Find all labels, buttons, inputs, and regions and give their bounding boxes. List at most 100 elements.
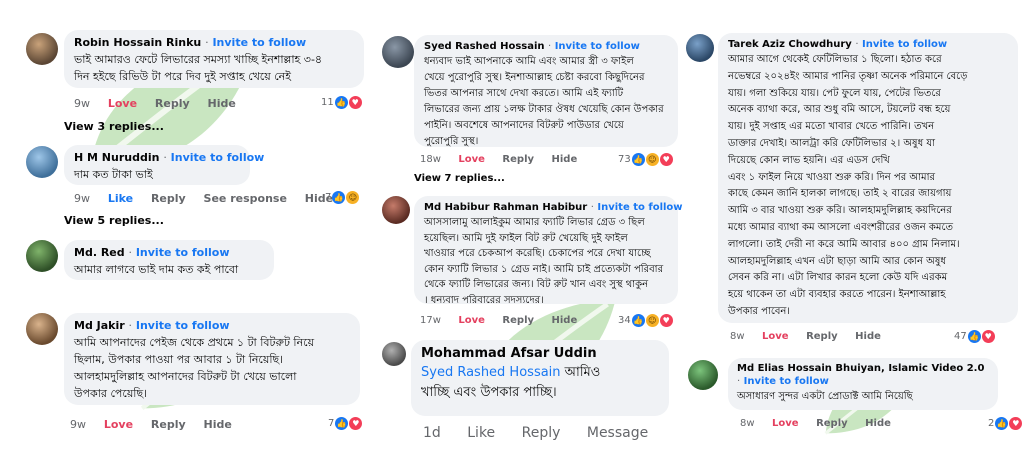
care-reaction-icon: ☺ — [346, 191, 360, 204]
love-reaction-icon: ♥ — [349, 417, 363, 430]
reaction-summary[interactable]: 7 👍 ☺ — [325, 191, 360, 204]
author-link[interactable]: Md Jakir — [74, 319, 125, 332]
avatar[interactable] — [26, 240, 58, 272]
hide-button[interactable]: Hide — [855, 331, 881, 342]
hide-button[interactable]: Hide — [865, 418, 891, 429]
reaction-summary[interactable]: 73 👍 ☺ ♥ — [618, 153, 673, 166]
author-link[interactable]: Robin Hossain Rinku — [74, 36, 201, 49]
invite-to-follow-link[interactable]: Invite to follow — [212, 36, 306, 49]
commenter-name: Md Elias Hossain Bhuiyan, Islamic Video … — [737, 363, 985, 387]
author-link[interactable]: Tarek Aziz Chowdhury — [728, 39, 852, 50]
time-link[interactable]: 17w — [420, 315, 441, 326]
reply-button[interactable]: Reply — [502, 315, 534, 326]
reaction-summary[interactable]: 47 👍 ♥ — [954, 330, 995, 343]
reply-button[interactable]: Reply — [155, 97, 190, 110]
invite-to-follow-link[interactable]: Invite to follow — [597, 202, 682, 213]
avatar[interactable] — [382, 36, 414, 68]
avatar[interactable] — [382, 342, 406, 366]
love-button[interactable]: Love — [458, 315, 485, 326]
like-reaction-icon: 👍 — [631, 153, 645, 166]
time-link[interactable]: 1d — [423, 425, 441, 441]
hide-button[interactable]: Hide — [552, 154, 578, 165]
author-link[interactable]: Md. Red — [74, 246, 125, 259]
author-link[interactable]: Md Habibur Rahman Habibur — [424, 202, 587, 213]
reaction-summary[interactable]: 2 👍 ♥ — [988, 417, 1023, 430]
author-link[interactable]: Mohammad Afsar Uddin — [421, 346, 597, 361]
time-link[interactable]: 18w — [420, 154, 441, 165]
author-link[interactable]: Syed Rashed Hossain — [424, 41, 545, 52]
reply-button[interactable]: Reply — [816, 418, 848, 429]
comment-text: আমার আগে থেকেই ফেটিলিভার ১ ছিলো। হঠাত কর… — [728, 54, 968, 317]
comment-actions: 9w Love Reply Hide — [74, 97, 250, 110]
avatar[interactable] — [26, 146, 58, 178]
time-link[interactable]: 9w — [70, 418, 86, 431]
reaction-summary[interactable]: 7 👍 ♥ — [328, 417, 363, 430]
love-button[interactable]: Love — [104, 418, 133, 431]
invite-to-follow-link[interactable]: Invite to follow — [555, 41, 640, 52]
comment-text: আমার লাগবে ভাই দাম কত কই পাবো — [74, 263, 239, 276]
mention-link[interactable]: Syed Rashed Hossain — [421, 365, 561, 380]
like-button[interactable]: Like — [467, 425, 495, 441]
commenter-name: H M Nuruddin · Invite to follow — [74, 151, 265, 164]
haha-reaction-icon: ☺ — [645, 153, 659, 166]
reply-button[interactable]: Reply — [151, 418, 186, 431]
comment-actions: 17w Love Reply Hide — [420, 315, 591, 326]
comment-bubble: Robin Hossain Rinku · Invite to follow ভ… — [64, 30, 364, 88]
comment-text: ধন্যবাদ ভাই আপনাকে আমি এবং আমার স্ত্রী ৩… — [424, 56, 664, 147]
love-button[interactable]: Love — [108, 97, 137, 110]
comment-actions: 9w Love Reply Hide — [70, 418, 246, 431]
comment-text: দাম কত টাকা ভাই — [74, 168, 153, 181]
view-replies-link[interactable]: View 7 replies... — [414, 173, 505, 184]
reply-button[interactable]: Reply — [806, 331, 838, 342]
like-reaction-icon: 👍 — [995, 417, 1009, 430]
reply-button[interactable]: Reply — [522, 425, 561, 441]
avatar[interactable] — [688, 360, 718, 390]
reaction-summary[interactable]: 34 👍 ☺ ♥ — [618, 314, 673, 327]
comment-text: Syed Rashed Hossain আমিও খাচ্ছি এবং উপকা… — [421, 365, 601, 400]
commenter-name: Tarek Aziz Chowdhury · Invite to follow — [728, 39, 948, 50]
see-response-button[interactable]: See response — [204, 192, 287, 205]
commenter-name: Md Jakir · Invite to follow — [74, 319, 230, 332]
love-button[interactable]: Love — [458, 154, 485, 165]
comment-text: আমি আপনাদের পেইজ থেকে প্রথমে ১ টা বিটরুট… — [74, 336, 315, 400]
invite-to-follow-link[interactable]: Invite to follow — [744, 376, 829, 387]
hide-button[interactable]: Hide — [552, 315, 578, 326]
message-button[interactable]: Message — [587, 425, 648, 441]
comment-text: আসসালামু আলাইকুম আমার ফ্যাটি লিভার গ্রেড… — [424, 217, 664, 306]
invite-to-follow-link[interactable]: Invite to follow — [171, 151, 265, 164]
view-replies-link[interactable]: View 5 replies... — [64, 214, 164, 227]
avatar[interactable] — [26, 33, 58, 65]
love-reaction-icon: ♥ — [659, 153, 673, 166]
hide-button[interactable]: Hide — [207, 97, 235, 110]
comment-bubble: Mohammad Afsar Uddin Syed Rashed Hossain… — [411, 340, 669, 416]
avatar[interactable] — [686, 34, 714, 62]
love-button[interactable]: Love — [772, 418, 799, 429]
comment-actions: 8w Love Reply Hide — [730, 331, 895, 342]
reply-button[interactable]: Reply — [502, 154, 534, 165]
time-link[interactable]: 9w — [74, 97, 90, 110]
time-link[interactable]: 8w — [740, 418, 755, 429]
avatar[interactable] — [26, 313, 58, 345]
like-button[interactable]: Like — [108, 192, 133, 205]
love-button[interactable]: Love — [762, 331, 789, 342]
reply-button[interactable]: Reply — [151, 192, 186, 205]
commenter-name: Mohammad Afsar Uddin — [421, 346, 659, 361]
commenter-name: Md. Red · Invite to follow — [74, 246, 230, 259]
author-link[interactable]: Md Elias Hossain Bhuiyan, Islamic Video … — [737, 363, 984, 374]
time-link[interactable]: 9w — [74, 192, 90, 205]
invite-to-follow-link[interactable]: Invite to follow — [862, 39, 947, 50]
time-link[interactable]: 8w — [730, 331, 745, 342]
hide-button[interactable]: Hide — [203, 418, 231, 431]
reaction-summary[interactable]: 11 👍 ♥ — [321, 96, 362, 109]
like-reaction-icon: 👍 — [332, 191, 346, 204]
invite-to-follow-link[interactable]: Invite to follow — [136, 246, 230, 259]
avatar[interactable] — [382, 196, 410, 224]
comment-actions: 9w Like Reply See response Hide — [74, 192, 347, 205]
author-link[interactable]: H M Nuruddin — [74, 151, 159, 164]
view-replies-link[interactable]: View 3 replies... — [64, 120, 164, 133]
like-reaction-icon: 👍 — [335, 417, 349, 430]
comment-column-1: Robin Hossain Rinku · Invite to follow ভ… — [18, 0, 368, 455]
invite-to-follow-link[interactable]: Invite to follow — [136, 319, 230, 332]
comment-bubble: Tarek Aziz Chowdhury · Invite to follow … — [718, 33, 1018, 323]
comment-text: অসাধারণ সুন্দর একটা প্রোডাক্ট আমি নিয়েছ… — [737, 391, 913, 402]
